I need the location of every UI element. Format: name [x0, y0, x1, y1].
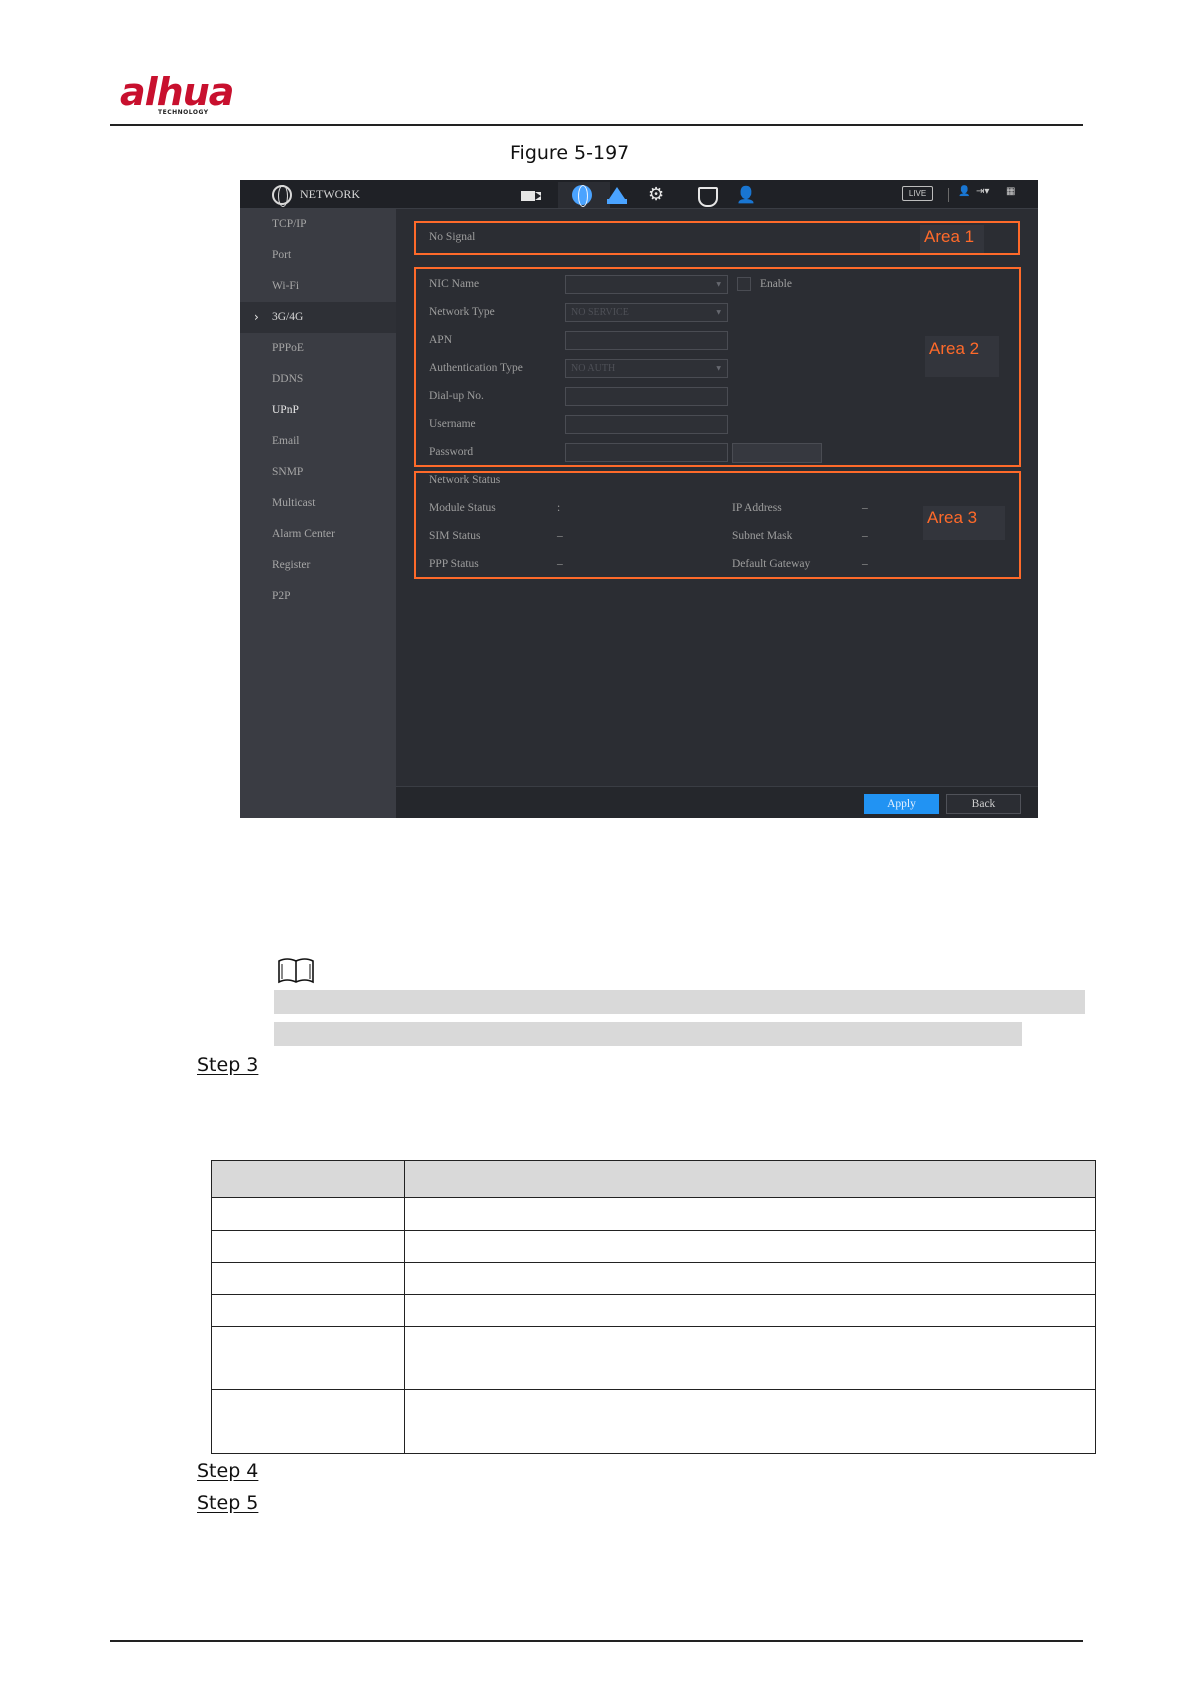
sidebar-item-email[interactable]: Email	[240, 426, 396, 457]
table-row	[211, 1294, 1096, 1327]
footer-rule	[110, 1640, 1083, 1642]
sidebar-item-multicast[interactable]: Multicast	[240, 488, 396, 519]
note-redacted-line	[274, 990, 1085, 1014]
ppp-status-label: PPP Status	[429, 558, 479, 570]
storage-icon[interactable]	[606, 184, 630, 206]
ppp-status-value: –	[557, 558, 563, 570]
sidebar-item-3g4g[interactable]: › 3G/4G	[240, 302, 396, 333]
menu-title: NETWORK	[300, 187, 360, 201]
button-bar: Apply Back	[396, 786, 1038, 818]
settings-content: No Signal Area 1 NIC Name Enable Network…	[396, 209, 1038, 818]
camera-icon[interactable]	[519, 184, 543, 206]
ip-address-value: –	[862, 502, 868, 514]
signal-status-text: No Signal	[429, 231, 476, 243]
password-label: Password	[429, 446, 474, 458]
area-1-label: Area 1	[920, 225, 985, 253]
sidebar-item-alarm-center[interactable]: Alarm Center	[240, 519, 396, 550]
grid-menu-icon[interactable]: ▦	[1006, 186, 1015, 197]
table-header-row	[211, 1160, 1096, 1198]
nic-name-select[interactable]	[565, 275, 728, 294]
network-type-select[interactable]: NO SERVICE	[565, 303, 728, 322]
apply-button[interactable]: Apply	[864, 794, 939, 814]
header-rule	[110, 124, 1083, 126]
module-status-label: Module Status	[429, 502, 496, 514]
ip-address-label: IP Address	[732, 502, 782, 514]
default-gateway-value: –	[862, 558, 868, 570]
dahua-logo: alhua TECHNOLOGY	[120, 70, 260, 120]
dial-button[interactable]	[732, 443, 822, 463]
sidebar-item-port[interactable]: Port	[240, 240, 396, 271]
subnet-mask-value: –	[862, 530, 868, 542]
settings-gear-icon[interactable]: ⚙	[648, 184, 672, 206]
network-title-icon	[272, 185, 292, 207]
sidebar-item-upnp[interactable]: UPnP	[240, 395, 396, 426]
auth-type-label: Authentication Type	[429, 362, 523, 374]
user-icon[interactable]: 👤	[958, 186, 970, 197]
sidebar-item-register[interactable]: Register	[240, 550, 396, 581]
sidebar-item-pppoe[interactable]: PPPoE	[240, 333, 396, 364]
sidebar-item-p2p[interactable]: P2P	[240, 581, 396, 612]
account-icon[interactable]: 👤	[736, 184, 760, 206]
step-3-label: Step 3	[197, 1054, 259, 1076]
back-button[interactable]: Back	[946, 794, 1021, 814]
table-header-cell	[211, 1160, 405, 1198]
area-2-label: Area 2	[925, 336, 1000, 377]
table-header-cell	[404, 1160, 1096, 1198]
network-globe-icon[interactable]	[558, 182, 610, 208]
password-input[interactable]	[565, 443, 728, 462]
sidebar: TCP/IP Port Wi-Fi › 3G/4G PPPoE DDNS UPn…	[240, 209, 396, 818]
top-bar: NETWORK ⚙ 👤 LIVE 👤 ⇥▾ ▦	[240, 180, 1038, 209]
area-3-box: Network Status Module Status : SIM Statu…	[414, 471, 1021, 579]
default-gateway-label: Default Gateway	[732, 558, 811, 570]
enable-checkbox[interactable]	[737, 277, 751, 291]
auth-type-select[interactable]: NO AUTH	[565, 359, 728, 378]
logo-subtitle: TECHNOLOGY	[158, 109, 209, 116]
step-5-label: Step 5	[197, 1492, 259, 1514]
network-type-label: Network Type	[429, 306, 495, 318]
dialup-label: Dial-up No.	[429, 390, 484, 402]
sim-status-value: –	[557, 530, 563, 542]
area-3-label: Area 3	[923, 506, 1006, 540]
note-redacted-line	[274, 1022, 1022, 1046]
table-row	[211, 1389, 1096, 1454]
table-row	[211, 1326, 1096, 1390]
logo-wordmark: alhua	[120, 70, 234, 114]
username-input[interactable]	[565, 415, 728, 434]
sim-status-label: SIM Status	[429, 530, 481, 542]
sidebar-item-label: 3G/4G	[272, 311, 304, 323]
table-row	[211, 1197, 1096, 1231]
nic-name-label: NIC Name	[429, 278, 480, 290]
network-settings-screenshot: NETWORK ⚙ 👤 LIVE 👤 ⇥▾ ▦ TCP/IP Port Wi-F…	[240, 180, 1038, 818]
sidebar-item-snmp[interactable]: SNMP	[240, 457, 396, 488]
sidebar-item-tcpip[interactable]: TCP/IP	[240, 209, 396, 240]
dialup-input[interactable]	[565, 387, 728, 406]
enable-label: Enable	[760, 278, 792, 290]
logout-icon[interactable]: ⇥▾	[976, 186, 989, 197]
note-book-icon	[278, 958, 314, 984]
sidebar-item-wifi[interactable]: Wi-Fi	[240, 271, 396, 302]
step-4-label: Step 4	[197, 1460, 259, 1482]
table-row	[211, 1230, 1096, 1263]
chevron-right-icon: ›	[254, 310, 259, 324]
live-button[interactable]: LIVE	[902, 186, 933, 201]
parameter-table	[211, 1160, 1096, 1454]
username-label: Username	[429, 418, 476, 430]
table-row	[211, 1262, 1096, 1295]
area-2-box: NIC Name Enable Network Type NO SERVICE …	[414, 267, 1021, 467]
sidebar-item-ddns[interactable]: DDNS	[240, 364, 396, 395]
subnet-mask-label: Subnet Mask	[732, 530, 793, 542]
topbar-divider	[948, 188, 949, 202]
apn-label: APN	[429, 334, 453, 346]
module-status-value: :	[557, 502, 561, 514]
figure-caption: Figure 5-197	[510, 142, 630, 164]
network-status-title: Network Status	[429, 474, 501, 486]
area-1-box: No Signal Area 1	[414, 221, 1020, 255]
apn-input[interactable]	[565, 331, 728, 350]
security-shield-icon[interactable]	[694, 184, 718, 207]
